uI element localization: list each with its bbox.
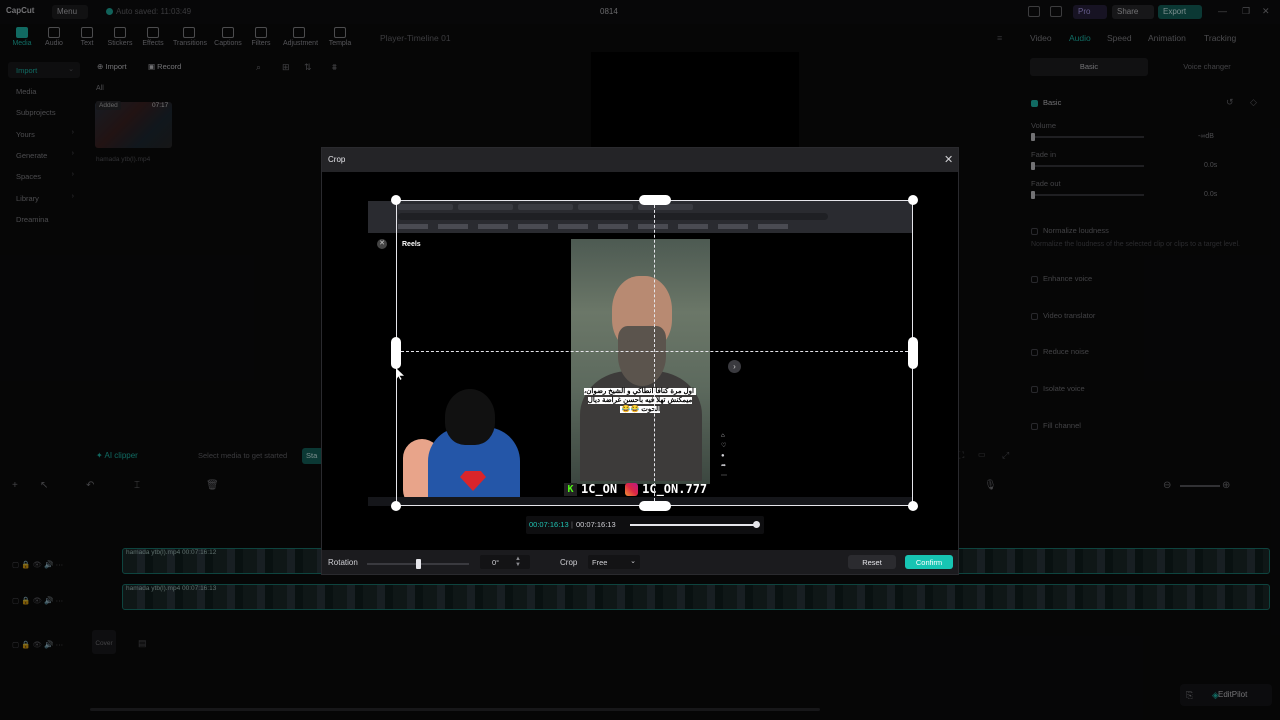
crop-handle-top-right[interactable] <box>908 195 918 205</box>
crop-ratio-label: Crop <box>560 558 578 567</box>
rotation-input[interactable]: 0° <box>480 555 530 569</box>
crop-handle-bottom[interactable] <box>639 501 671 511</box>
chevron-down-icon: ⌄ <box>630 558 636 565</box>
crop-ratio-select[interactable]: Free ⌄ <box>588 555 640 569</box>
crop-guide-vertical <box>654 200 655 506</box>
crop-footer: Rotation 0° ▲ ▼ Crop Free ⌄ Reset Confirm <box>322 550 958 574</box>
close-icon[interactable]: ✕ <box>944 153 953 166</box>
rotation-knob[interactable] <box>416 559 421 569</box>
total-timecode: 00:07:16:13 <box>576 520 616 529</box>
scrubber-track[interactable] <box>630 524 756 526</box>
crop-handle-top[interactable] <box>639 195 671 205</box>
crop-handle-bottom-left[interactable] <box>391 501 401 511</box>
rotation-label: Rotation <box>328 558 358 567</box>
crop-handle-bottom-right[interactable] <box>908 501 918 511</box>
crop-handle-left[interactable] <box>391 337 401 369</box>
timecode-separator: | <box>571 520 573 529</box>
crop-guide-horizontal <box>396 351 913 352</box>
crop-header: Crop ✕ <box>322 148 958 172</box>
crop-title: Crop <box>328 155 346 164</box>
confirm-button[interactable]: Confirm <box>905 555 953 569</box>
crop-handle-top-left[interactable] <box>391 195 401 205</box>
scrubber-knob[interactable] <box>753 521 760 528</box>
rotation-stepper-icon[interactable]: ▲ ▼ <box>515 556 521 568</box>
current-timecode: 00:07:16:13 <box>529 520 569 529</box>
reels-close-icon: ✕ <box>377 239 387 249</box>
crop-dialog: Crop ✕ ✕ Reels اول مرة كنافا انطاكي و ال… <box>321 147 959 575</box>
reset-button[interactable]: Reset <box>848 555 896 569</box>
crop-handle-right[interactable] <box>908 337 918 369</box>
